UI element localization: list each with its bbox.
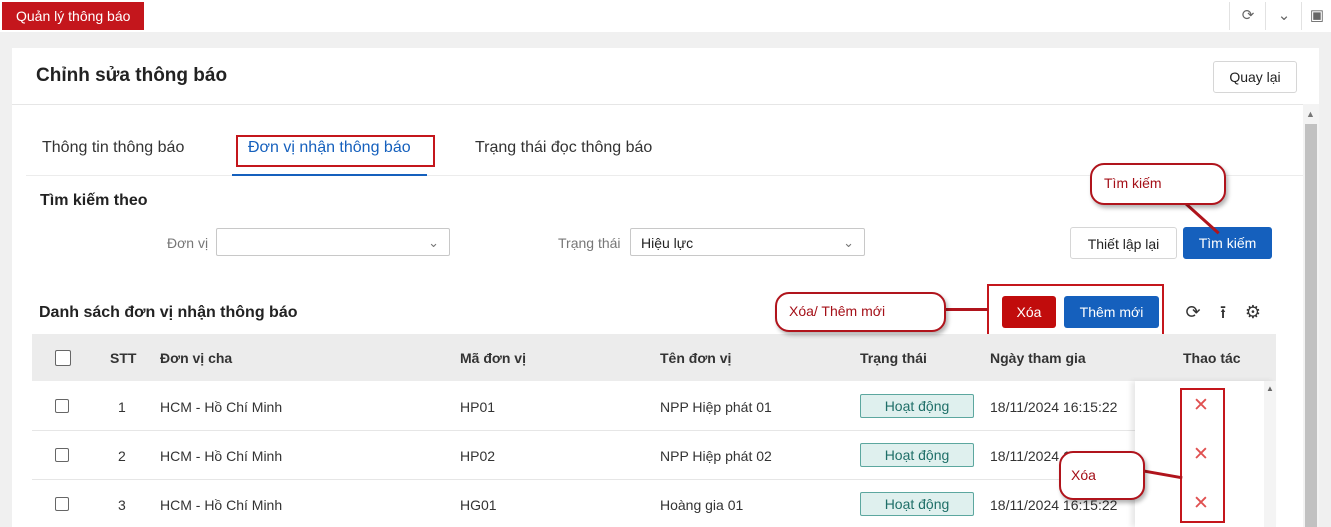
row-unit-code: HP02 bbox=[460, 448, 496, 464]
row-divider bbox=[32, 430, 1150, 431]
row-unit-name: Hoàng gia 01 bbox=[660, 497, 744, 513]
search-title: Tìm kiếm theo bbox=[40, 192, 148, 209]
add-button[interactable]: Thêm mới bbox=[1064, 296, 1159, 328]
callout-search: Tìm kiếm bbox=[1090, 163, 1226, 205]
top-bar: Quản lý thông báo ⟳ ⌄ ▣ bbox=[0, 0, 1331, 32]
callout-delete-add-text: Xóa/ Thêm mới bbox=[789, 303, 886, 319]
fullscreen-icon[interactable]: ▣ bbox=[1301, 2, 1331, 30]
page-scrollbar[interactable]: ▲ bbox=[1303, 104, 1319, 527]
app-tab[interactable]: Quản lý thông báo bbox=[2, 2, 145, 30]
scroll-up-icon[interactable]: ▲ bbox=[1306, 109, 1315, 119]
unit-label: Đơn vị bbox=[167, 235, 209, 251]
callout-delete-add: Xóa/ Thêm mới bbox=[775, 292, 946, 332]
row-unit-name: NPP Hiệp phát 02 bbox=[660, 448, 772, 464]
col-unit-name[interactable]: Tên đơn vị bbox=[660, 350, 731, 366]
page-title: Chỉnh sửa thông báo bbox=[36, 65, 228, 86]
refresh-icon[interactable]: ⟳ bbox=[1182, 301, 1204, 323]
callout-delete-text: Xóa bbox=[1071, 467, 1096, 483]
status-badge: Hoạt động bbox=[860, 394, 974, 418]
scroll-thumb[interactable] bbox=[1305, 124, 1317, 527]
search-button[interactable]: Tìm kiếm bbox=[1183, 227, 1272, 259]
status-badge: Hoạt động bbox=[860, 443, 974, 467]
row-checkbox[interactable] bbox=[55, 399, 69, 413]
row-checkbox[interactable] bbox=[55, 448, 69, 462]
row-joined-date: 18/11/2024 16:15:22 bbox=[990, 399, 1118, 415]
col-unit-code[interactable]: Mã đơn vị bbox=[460, 350, 526, 366]
table-scrollbar[interactable]: ▲ bbox=[1264, 381, 1276, 527]
row-divider bbox=[32, 479, 1150, 480]
row-stt: 1 bbox=[118, 399, 126, 415]
select-all-checkbox[interactable] bbox=[55, 350, 71, 366]
row-parent-unit: HCM - Hồ Chí Minh bbox=[160, 399, 283, 415]
delete-button[interactable]: Xóa bbox=[1002, 296, 1056, 328]
highlight-box-tab bbox=[236, 135, 435, 167]
reset-button[interactable]: Thiết lập lại bbox=[1070, 227, 1177, 259]
refresh-icon[interactable]: ⟳ bbox=[1229, 2, 1266, 30]
status-select[interactable]: Hiệu lực ⌄ bbox=[630, 228, 865, 256]
row-parent-unit: HCM - Hồ Chí Minh bbox=[160, 497, 283, 513]
delete-row-icon[interactable]: ✕ bbox=[1193, 396, 1209, 416]
status-badge: Hoạt động bbox=[860, 492, 974, 516]
col-stt[interactable]: STT bbox=[110, 350, 136, 366]
callout-search-text: Tìm kiếm bbox=[1104, 175, 1162, 191]
chevron-down-icon: ⌄ bbox=[843, 235, 854, 250]
status-select-value: Hiệu lực bbox=[641, 235, 694, 251]
row-unit-code: HG01 bbox=[460, 497, 497, 513]
row-stt: 3 bbox=[118, 497, 126, 513]
row-unit-name: NPP Hiệp phát 01 bbox=[660, 399, 772, 415]
row-unit-code: HP01 bbox=[460, 399, 496, 415]
delete-row-icon[interactable]: ✕ bbox=[1193, 494, 1209, 514]
row-parent-unit: HCM - Hồ Chí Minh bbox=[160, 448, 283, 464]
active-tab-indicator bbox=[232, 174, 427, 176]
header-divider bbox=[12, 104, 1319, 105]
col-joined-date[interactable]: Ngày tham gia bbox=[990, 350, 1086, 366]
back-button[interactable]: Quay lại bbox=[1213, 61, 1297, 93]
col-parent-unit[interactable]: Đơn vị cha bbox=[160, 350, 232, 366]
tab-notification-info[interactable]: Thông tin thông báo bbox=[42, 139, 184, 157]
unit-select[interactable]: ⌄ bbox=[216, 228, 450, 256]
column-height-icon[interactable]: ⭱ bbox=[1212, 301, 1234, 323]
col-actions: Thao tác bbox=[1183, 350, 1241, 366]
delete-row-icon[interactable]: ✕ bbox=[1193, 445, 1209, 465]
chevron-down-icon: ⌄ bbox=[428, 235, 439, 250]
chevron-down-icon[interactable]: ⌄ bbox=[1265, 2, 1302, 30]
callout-pointer bbox=[940, 308, 988, 311]
col-status[interactable]: Trạng thái bbox=[860, 350, 927, 366]
tab-read-status[interactable]: Trạng thái đọc thông báo bbox=[475, 139, 652, 157]
callout-delete: Xóa bbox=[1059, 451, 1145, 500]
row-checkbox[interactable] bbox=[55, 497, 69, 511]
status-label: Trạng thái bbox=[558, 235, 621, 251]
scroll-up-icon[interactable]: ▲ bbox=[1266, 384, 1274, 393]
settings-icon[interactable]: ⚙ bbox=[1242, 301, 1264, 323]
list-title: Danh sách đơn vị nhận thông báo bbox=[39, 304, 298, 321]
row-stt: 2 bbox=[118, 448, 126, 464]
